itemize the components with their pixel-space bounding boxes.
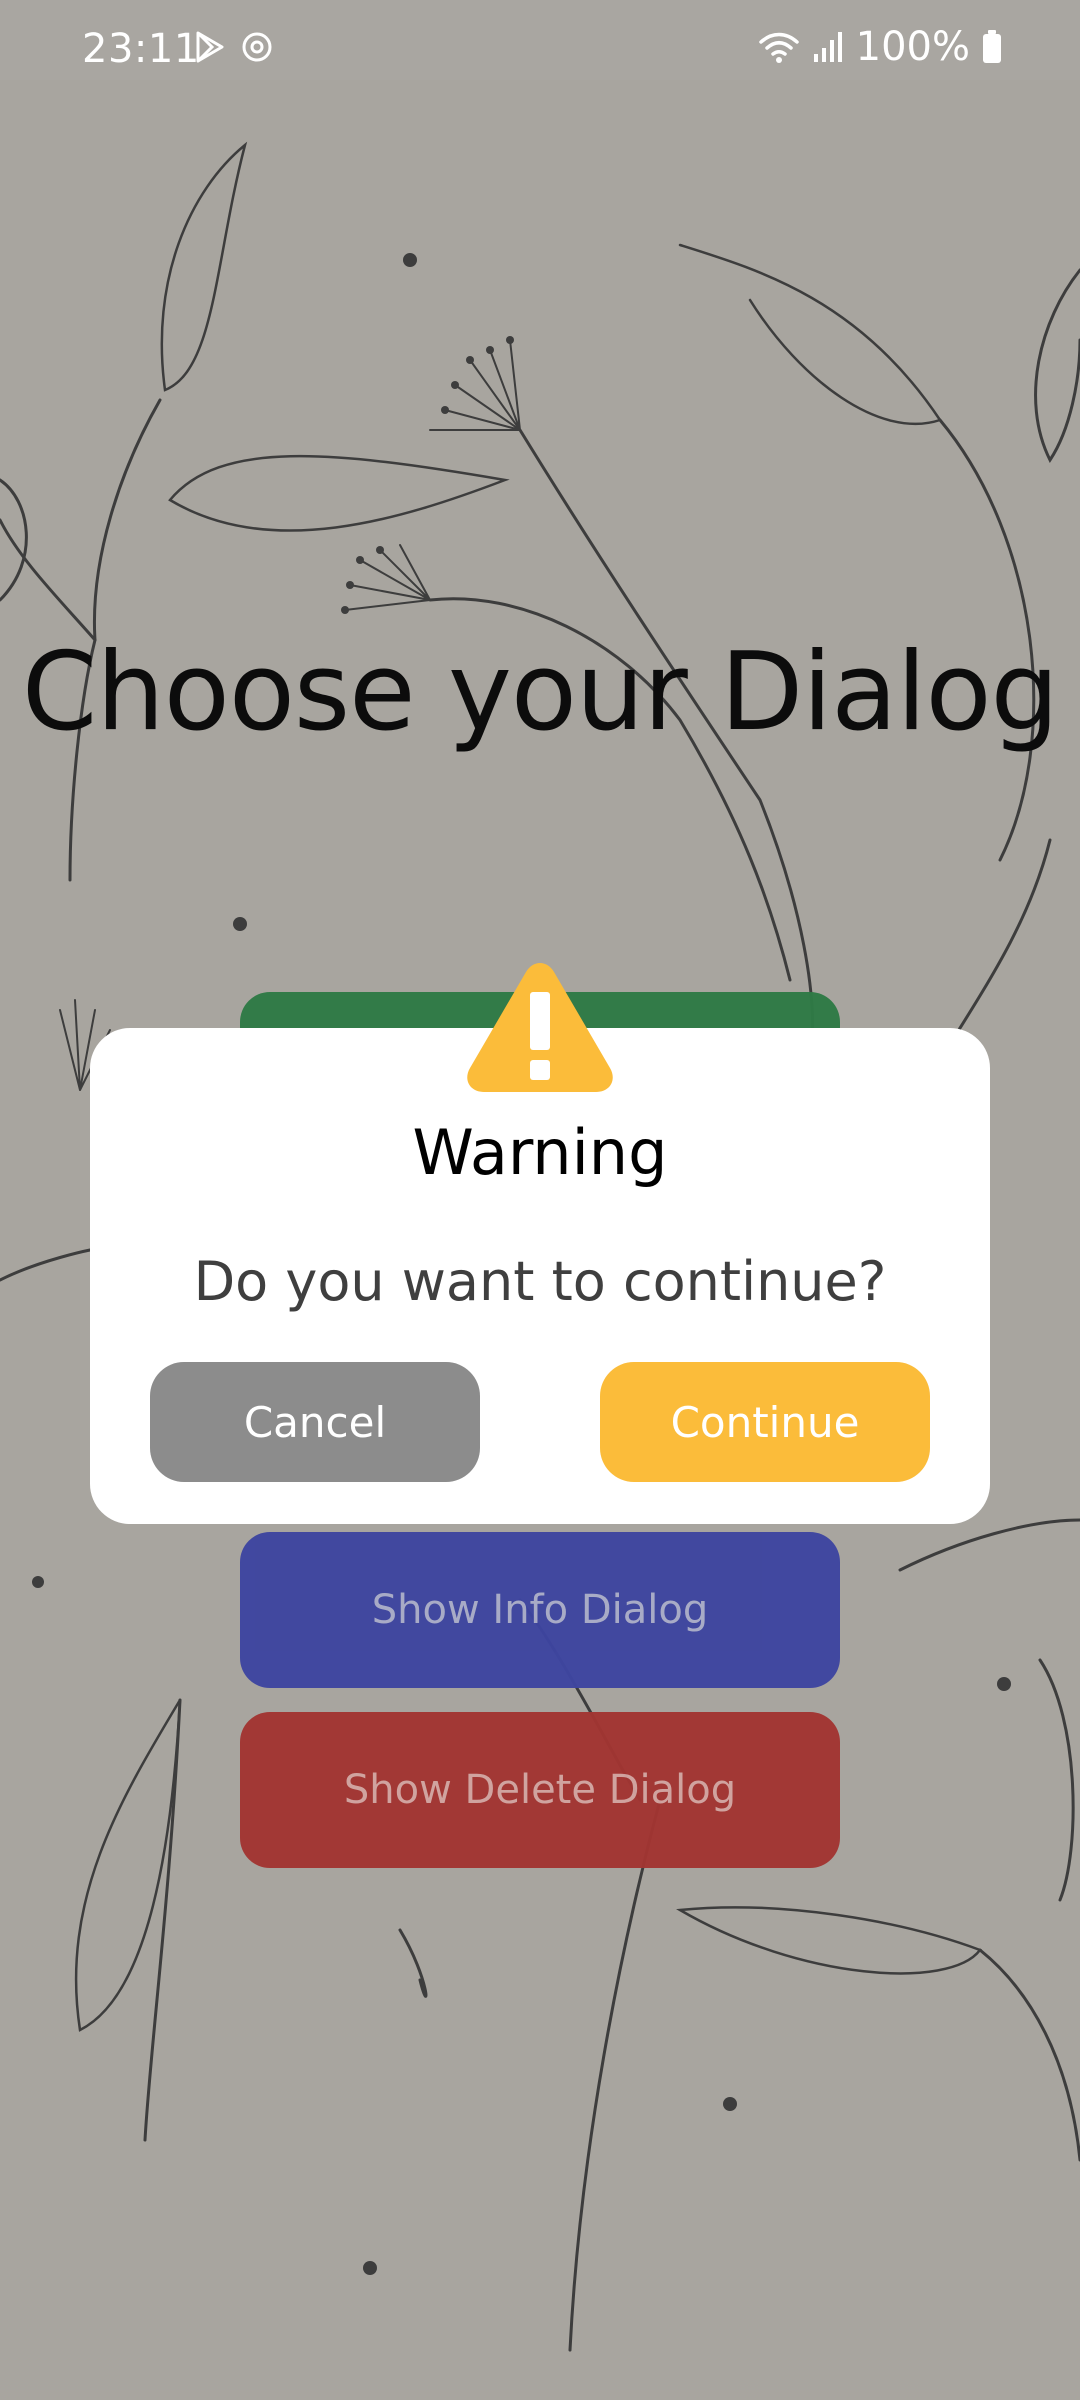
- warning-icon: [467, 963, 613, 1092]
- show-delete-dialog-button[interactable]: Show Delete Dialog: [240, 1712, 840, 1868]
- battery-percentage: 100%: [855, 24, 970, 70]
- status-right-group: 100%: [758, 24, 1002, 70]
- wifi-icon: [758, 32, 799, 63]
- dialog-message: Do you want to continue?: [193, 1250, 887, 1313]
- signal-icon: [813, 32, 842, 62]
- dialog-title: Warning: [412, 1116, 668, 1189]
- page-title: Choose your Dialog: [21, 630, 1059, 755]
- cancel-button[interactable]: Cancel: [150, 1362, 480, 1482]
- battery-icon: [983, 30, 1001, 63]
- show-info-dialog-button[interactable]: Show Info Dialog: [240, 1532, 840, 1688]
- status-notification-icons: [192, 30, 274, 64]
- sync-icon: [242, 32, 272, 62]
- status-bar: 23:11 100%: [0, 0, 1080, 80]
- app-screen: 23:11 100% Choose your Dialog Show Info …: [0, 0, 1080, 2400]
- play-store-icon: [196, 31, 224, 63]
- continue-button[interactable]: Continue: [600, 1362, 930, 1482]
- status-time: 23:11: [82, 26, 200, 72]
